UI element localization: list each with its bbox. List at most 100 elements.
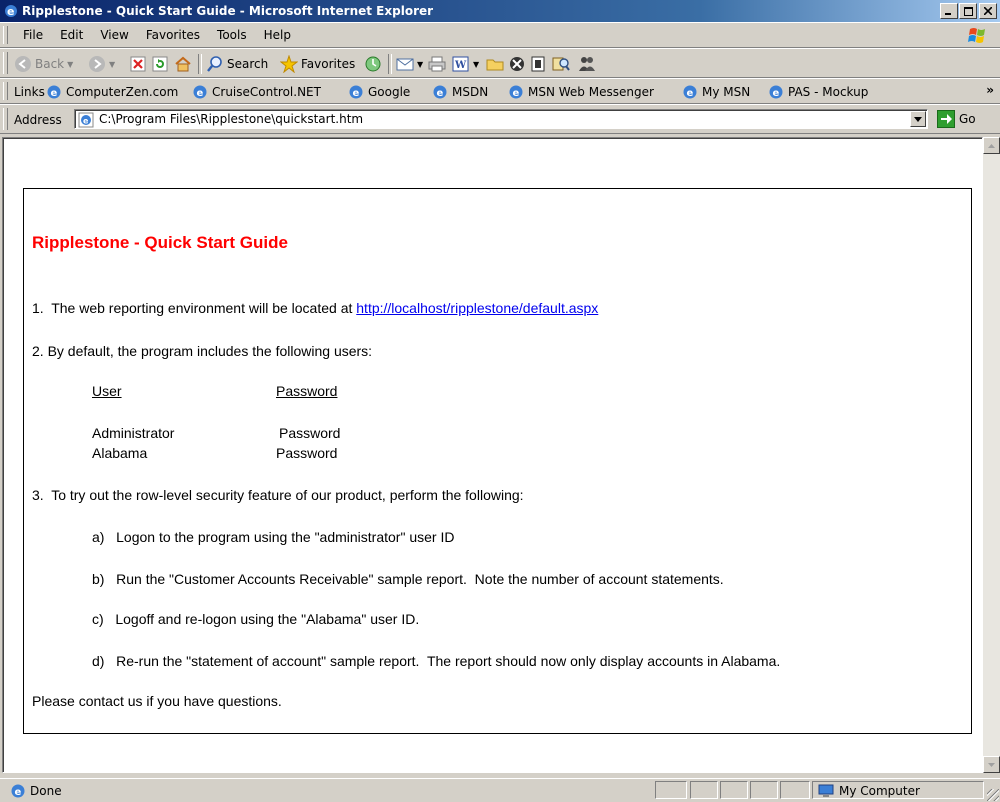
resize-grip[interactable] [987,789,999,801]
user-name: Administrator [92,425,175,441]
ie-page-icon: e [683,85,697,99]
link-msdn[interactable]: e MSDN [432,84,488,100]
standard-toolbar: Back ▼ ▼ Search Favorites ▼ W ▼ [0,48,1000,78]
block-icon [510,57,524,71]
messenger-icon [579,57,595,71]
messenger-button[interactable] [578,54,596,74]
address-input[interactable]: e C:\Program Files\Ripplestone\quickstar… [74,109,928,129]
vertical-scrollbar[interactable] [983,137,1000,773]
ie-page-icon: e [78,112,94,128]
history-button[interactable] [364,54,382,74]
research-button[interactable] [552,54,570,74]
status-text: e Done [10,783,62,799]
ie-page-icon: e [349,85,363,99]
forward-arrow-icon [89,56,105,72]
edit-dropdown-icon: ▼ [473,59,480,69]
forward-button[interactable]: ▼ [88,54,115,74]
link-my-msn[interactable]: e My MSN [682,84,750,100]
page-button[interactable] [530,54,546,74]
svg-text:e: e [51,88,58,99]
stop-button[interactable] [130,54,146,74]
menu-help[interactable]: Help [255,28,299,42]
scroll-down-button[interactable] [983,756,1000,773]
block-button[interactable] [508,54,526,74]
favorites-label: Favorites [301,57,356,71]
svg-text:W: W [454,60,467,71]
home-button[interactable] [174,54,192,74]
user-column-header: User [92,383,122,399]
stop-icon [130,56,146,72]
printer-icon [428,56,446,72]
page-viewport: Ripplestone - Quick Start Guide 1. The w… [2,137,983,773]
history-icon [365,56,381,72]
links-label: Links [14,85,45,99]
default-aspx-link[interactable]: http://localhost/ripplestone/default.asp… [356,300,598,316]
back-dropdown-icon: ▼ [67,59,74,69]
back-button[interactable]: Back ▼ [14,54,73,74]
search-label: Search [227,57,269,71]
status-pane [655,781,687,799]
discuss-button[interactable] [486,54,504,74]
word-edit-icon: W [452,56,469,72]
menu-tools[interactable]: Tools [208,28,255,42]
home-icon [175,56,191,72]
user-password: Password [279,425,341,441]
go-button[interactable]: Go [937,110,976,128]
search-button[interactable]: Search [206,54,268,74]
svg-text:e: e [353,88,360,99]
user-name: Alabama [92,445,148,461]
menu-edit[interactable]: Edit [51,28,91,42]
link-pas-mockup[interactable]: e PAS - Mockup [768,84,868,100]
page-icon [531,56,545,72]
favorites-button[interactable]: Favorites [280,54,355,74]
scroll-up-button[interactable] [983,137,1000,154]
status-pane [750,781,778,799]
back-arrow-icon [15,56,31,72]
svg-text:e: e [15,787,22,798]
ie-page-icon: e [193,85,207,99]
edit-button[interactable]: W ▼ [452,54,479,74]
page-title: Ripplestone - Quick Start Guide [32,233,288,252]
forward-dropdown-icon: ▼ [109,59,116,69]
maximize-button[interactable] [959,3,977,19]
go-arrow-icon [937,110,955,128]
step-3b: b) Run the "Customer Accounts Receivable… [92,571,724,587]
step-1: 1. The web reporting environment will be… [32,300,599,316]
svg-text:e: e [513,88,520,99]
refresh-button[interactable] [152,54,168,74]
research-icon [552,57,570,71]
password-column-header: Password [276,383,338,399]
security-zone: My Computer [818,783,920,799]
step-2: 2. By default, the program includes the … [32,343,373,359]
menu-favorites[interactable]: Favorites [137,28,208,42]
minimize-button[interactable] [940,3,958,19]
links-overflow-chevron[interactable]: » [986,83,994,97]
windows-logo-icon [968,28,985,43]
refresh-icon [152,56,168,72]
svg-text:e: e [687,88,694,99]
print-button[interactable] [428,54,446,74]
link-msn-web-messenger[interactable]: e MSN Web Messenger [508,84,654,100]
back-label: Back [35,57,65,71]
close-button[interactable] [979,3,997,19]
menu-bar: File Edit View Favorites Tools Help [0,22,1000,48]
menu-view[interactable]: View [91,28,136,42]
status-pane [690,781,718,799]
quick-start-document: Ripplestone - Quick Start Guide 1. The w… [23,188,972,734]
ie-page-icon: e [509,85,523,99]
address-dropdown-button[interactable] [910,111,926,127]
link-google[interactable]: e Google [348,84,410,100]
step-3d: d) Re-run the "statement of account" sam… [92,653,781,669]
svg-text:e: e [7,5,14,18]
status-pane [720,781,748,799]
link-cruisecontrol[interactable]: e CruiseControl.NET [192,84,321,100]
address-label: Address [14,113,62,127]
ie-page-icon: e [433,85,447,99]
ie-page-icon: e [11,784,25,798]
ie-page-icon: e [47,85,61,99]
ie-logo-icon: e [5,5,17,18]
mail-button[interactable]: ▼ [396,54,423,74]
go-label: Go [959,112,976,126]
menu-file[interactable]: File [14,28,51,42]
link-computerzen[interactable]: e ComputerZen.com [46,84,178,100]
